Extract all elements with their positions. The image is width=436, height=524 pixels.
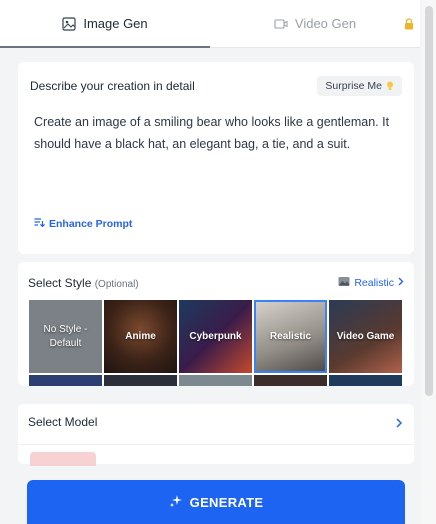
tab-image-gen-label: Image Gen — [83, 16, 148, 31]
tab-video-gen-label: Video Gen — [294, 16, 357, 31]
style-title-label: Select Style — [28, 276, 92, 290]
lock-icon — [404, 18, 414, 30]
realistic-style-icon — [338, 276, 350, 290]
style-option-label: Anime — [125, 330, 156, 342]
style-title: Select Style (Optional) — [28, 276, 139, 290]
style-option-realistic[interactable]: Realistic — [254, 300, 327, 373]
scrollbar[interactable] — [422, 0, 436, 524]
model-thumbnail[interactable] — [30, 452, 96, 466]
model-title: Select Model — [28, 415, 98, 429]
sparkle-icon — [169, 494, 183, 511]
tab-video-gen[interactable]: Video Gen — [210, 0, 420, 47]
style-optional-label: (Optional) — [94, 279, 139, 290]
style-thumbnail[interactable] — [329, 375, 402, 386]
enhance-prompt-button[interactable]: Enhance Prompt — [34, 217, 132, 230]
tab-image-gen[interactable]: Image Gen — [0, 0, 210, 48]
divider — [18, 444, 414, 445]
video-icon — [274, 17, 288, 31]
style-option-label: Video Game — [336, 330, 395, 342]
lightbulb-icon — [386, 81, 394, 91]
style-options-next-row — [29, 375, 402, 386]
prompt-text[interactable]: Create an image of a smiling bear who lo… — [34, 111, 398, 155]
model-card[interactable]: Select Model — [18, 404, 414, 466]
style-option-label: No Style - Default — [43, 323, 88, 349]
surprise-me-button[interactable]: Surprise Me — [317, 76, 402, 96]
style-card: Select Style (Optional) Realistic No Sty… — [18, 262, 414, 386]
generator-tabs: Image Gen Video Gen — [0, 0, 420, 48]
style-option-default[interactable]: No Style - Default — [29, 300, 102, 373]
chevron-right-icon — [398, 277, 404, 289]
style-thumbnail[interactable] — [179, 375, 252, 386]
enhance-prompt-label: Enhance Prompt — [49, 217, 133, 230]
enhance-icon — [34, 217, 45, 230]
scrollbar-thumb[interactable] — [425, 6, 433, 396]
style-option-anime[interactable]: Anime — [104, 300, 177, 373]
selected-style-label: Realistic — [354, 277, 394, 289]
style-option-video-game[interactable]: Video Game — [329, 300, 402, 373]
style-option-cyberpunk[interactable]: Cyberpunk — [179, 300, 252, 373]
surprise-me-label: Surprise Me — [325, 80, 382, 92]
describe-card: Describe your creation in detail Surpris… — [18, 62, 414, 254]
chevron-right-icon[interactable] — [394, 417, 404, 428]
style-thumbnail[interactable] — [104, 375, 177, 386]
generate-label: GENERATE — [189, 494, 264, 510]
style-options: No Style - Default Anime Cyberpunk Reali… — [29, 300, 402, 373]
generate-button[interactable]: GENERATE — [27, 480, 405, 524]
style-thumbnail[interactable] — [29, 375, 102, 386]
describe-title: Describe your creation in detail — [30, 79, 195, 93]
image-icon — [62, 16, 76, 31]
selected-style-link[interactable]: Realistic — [338, 276, 404, 290]
prompt-textarea[interactable]: Create an image of a smiling bear who lo… — [26, 105, 406, 240]
style-option-label: Cyberpunk — [189, 330, 242, 342]
style-option-label: Realistic — [269, 330, 312, 342]
style-thumbnail[interactable] — [254, 375, 327, 386]
